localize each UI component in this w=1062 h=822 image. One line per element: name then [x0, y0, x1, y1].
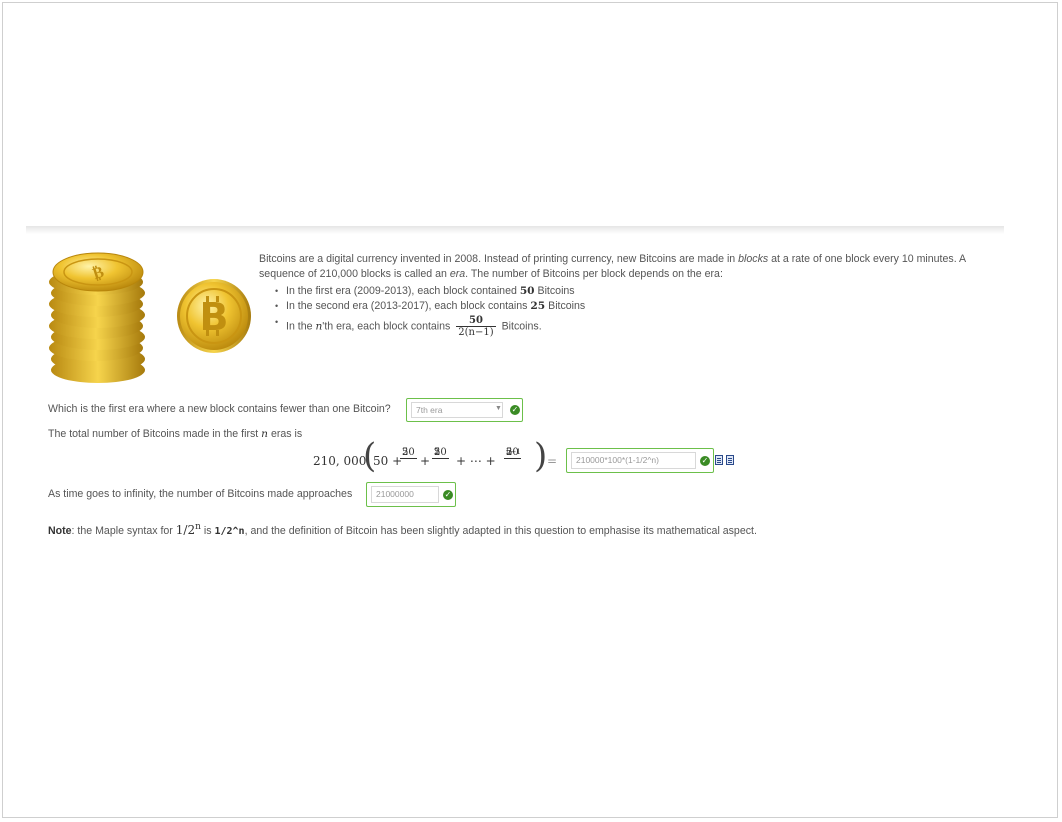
note-expr-base: 1/2 — [175, 523, 196, 537]
note-code: 1/2^n — [214, 526, 245, 537]
formula-plus: + — [420, 454, 431, 468]
frac2-den: 22 — [432, 447, 440, 461]
fraction-numerator: 50 — [456, 315, 496, 327]
bitcoin-coin-stack: ₿ — [49, 252, 145, 383]
formula-equals: = — [547, 454, 558, 468]
q2-n: n — [261, 428, 268, 440]
sum-answer-value: 210000*100*(1-1/2^n) — [576, 455, 659, 465]
list-item: In the n'th era, each block contains 50 … — [275, 315, 999, 338]
bullet1-unit: Bitcoins — [537, 285, 575, 297]
bullet3-text-a: In the — [286, 320, 313, 333]
list-item: In the second era (2013-2017), each bloc… — [275, 299, 999, 314]
syntax-note: Note: the Maple syntax for 1/2n is 1/2^n… — [48, 522, 757, 537]
era-select[interactable]: 7th era — [411, 402, 503, 418]
limit-answer-value: 21000000 — [376, 489, 414, 499]
q2-text-a: The total number of Bitcoins made in the… — [48, 428, 259, 440]
intro-text: Bitcoins are a digital currency invented… — [259, 252, 999, 338]
frac1-den: 2 — [402, 447, 409, 458]
check-icon: ✓ — [510, 405, 520, 415]
bullet3-unit: Bitcoins. — [501, 320, 542, 333]
era-list: In the first era (2009-2013), each block… — [259, 284, 999, 338]
intro-line2-a: sequence of 210,000 blocks is called an — [259, 268, 447, 280]
note-text-a: : the Maple syntax for — [71, 525, 173, 537]
formula-lead: 210, 000 — [313, 454, 367, 468]
frac3-base: 2 — [506, 447, 513, 458]
formula-dots: + ⋯ + — [456, 454, 496, 468]
bullet2-text: In the second era (2013-2017), each bloc… — [286, 300, 528, 312]
q2-text-b: eras is — [270, 428, 303, 440]
note-label: Note — [48, 525, 72, 537]
note-text-c: , and the definition of Bitcoin has been… — [244, 525, 757, 537]
formula-close-paren: ) — [534, 436, 548, 476]
note-expression: 1/2n — [175, 522, 201, 537]
maple-syntax-icon[interactable] — [726, 455, 734, 465]
bitcoin-coins-image: ₿ B — [49, 252, 251, 383]
sum-answer-input[interactable]: 210000*100*(1-1/2^n) — [571, 452, 696, 469]
note-text-b: is — [203, 525, 212, 537]
intro-era-term: era — [449, 268, 466, 280]
q1-answer-box: 7th era ▼ ✓ — [406, 398, 523, 422]
formula-first-term: 50 + — [373, 454, 403, 468]
bullet2-unit: Bitcoins — [548, 300, 586, 312]
check-icon: ✓ — [700, 456, 710, 466]
limit-answer-input[interactable]: 21000000 — [371, 486, 439, 503]
bullet3-text-b: 'th era, each block contains — [322, 320, 451, 333]
bullet1-text: In the first era (2009-2013), each block… — [286, 285, 517, 297]
intro-line1-rest: at a rate of one block every 10 minutes.… — [771, 253, 966, 265]
list-item: In the first era (2009-2013), each block… — [275, 284, 999, 299]
fraction-denominator: 2(n−1) — [458, 327, 494, 338]
check-icon: ✓ — [443, 490, 453, 500]
note-expr-exp: n — [195, 522, 201, 532]
intro-blocks-term: blocks — [738, 253, 769, 265]
q2-text: The total number of Bitcoins made in the… — [48, 428, 302, 440]
frac2-base: 2 — [434, 447, 441, 458]
maple-preview-icon[interactable] — [715, 455, 723, 465]
bullet1-value: 50 — [519, 285, 535, 297]
q3-text: As time goes to infinity, the number of … — [48, 488, 353, 500]
frac3-den: 2 n−1 — [504, 447, 523, 461]
bullet3-fraction: 50 2(n−1) — [456, 315, 496, 338]
header-divider — [26, 226, 1004, 234]
bitcoin-coin: B — [177, 279, 251, 353]
intro-paragraph: Bitcoins are a digital currency invented… — [259, 252, 999, 282]
q3-answer-box: 21000000 ✓ — [366, 482, 456, 507]
dropdown-arrow-icon[interactable]: ▼ — [495, 405, 502, 412]
era-select-value: 7th era — [416, 405, 443, 415]
intro-line2-b: . The number of Bitcoins per block depen… — [465, 268, 723, 280]
q2-answer-box: 210000*100*(1-1/2^n) ✓ — [566, 448, 714, 473]
bullet2-value: 25 — [530, 300, 546, 312]
q1-text: Which is the first era where a new block… — [48, 403, 391, 415]
intro-line1: Bitcoins are a digital currency invented… — [259, 253, 736, 265]
svg-text:B: B — [200, 295, 229, 339]
